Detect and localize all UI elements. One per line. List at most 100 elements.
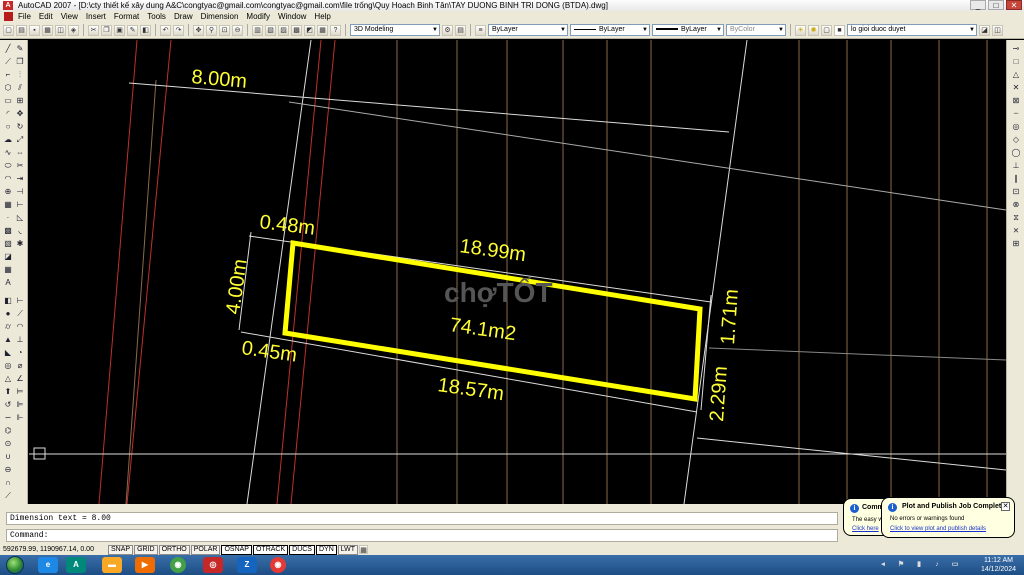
chrome-icon[interactable]: ◉ [170,557,186,573]
construction-line-icon[interactable]: ⟋ [3,57,13,67]
tray-icon[interactable]: ◂ [878,557,888,573]
cylinder-icon[interactable]: ⌭ [3,322,13,332]
snap-tangent-icon[interactable]: ◯ [1011,148,1021,158]
volume-icon[interactable]: ♪ [932,557,942,573]
chamfer-icon[interactable]: ◺ [15,213,25,223]
stretch-icon[interactable]: ⇔ [15,148,25,158]
maximize-button[interactable]: □ [988,0,1004,10]
cut-icon[interactable]: ✂ [88,24,99,36]
layer-color-swatch-icon[interactable]: ■ [834,24,845,36]
menu-draw[interactable]: Draw [174,12,193,21]
help-icon[interactable]: ? [330,24,341,36]
ducs-toggle[interactable]: DUCS [289,544,315,555]
copy-object-icon[interactable]: ❐ [15,57,25,67]
media-player-icon[interactable]: ▶ [135,557,155,573]
snap-nearest-icon[interactable]: ⧖ [1011,213,1021,223]
snap-none-icon[interactable]: ⨯ [1011,226,1021,236]
gradient-icon[interactable]: ▧ [3,239,13,249]
polar-toggle[interactable]: POLAR [190,544,221,555]
markup-icon[interactable]: ◩ [304,24,315,36]
menu-help[interactable]: Help [314,12,330,21]
torus-icon[interactable]: ◎ [3,361,13,371]
zalo-icon[interactable]: Z [237,557,257,573]
design-center-icon[interactable]: ▧ [265,24,276,36]
snap-from-icon[interactable]: ⊸ [1011,44,1021,54]
chrome-icon[interactable]: ◉ [270,557,286,573]
snap-parallel-icon[interactable]: ∥ [1011,174,1021,184]
plot-preview-icon[interactable]: ◫ [55,24,66,36]
break-icon[interactable]: ⊣ [15,187,25,197]
layer-lock-icon[interactable]: ▢ [821,24,832,36]
rotate-icon[interactable]: ↻ [15,122,25,132]
network-icon[interactable]: ▮ [914,557,924,573]
menu-modify[interactable]: Modify [246,12,270,21]
menu-file[interactable]: File [18,12,31,21]
spline-icon[interactable]: ∿ [3,148,13,158]
snap-intersection-icon[interactable]: ✕ [1011,83,1021,93]
array-icon[interactable]: ⊞ [15,96,25,106]
snap-toggle[interactable]: SNAP [108,544,134,555]
dim-aligned-icon[interactable]: ⟋ [15,309,25,319]
table-icon[interactable]: ▦ [3,265,13,275]
snap-endpoint-icon[interactable]: □ [1011,57,1021,67]
pyramid-icon[interactable]: △ [3,374,13,384]
intersect-icon[interactable]: ∩ [3,478,13,488]
internet-explorer-icon[interactable]: e [38,557,58,573]
lineweight-control-select[interactable]: ByLayer [652,24,724,36]
trim-icon[interactable]: ✂ [15,161,25,171]
dim-diameter-icon[interactable]: ⌀ [15,361,25,371]
autocad-task-icon[interactable]: A [66,557,86,573]
osnap-toggle[interactable]: OSNAP [221,544,252,555]
menu-window[interactable]: Window [278,12,306,21]
redo-icon[interactable]: ↷ [173,24,184,36]
tool-palettes-icon[interactable]: ▨ [278,24,289,36]
start-button[interactable] [6,556,24,574]
ellipse-icon[interactable]: ⬭ [3,161,13,171]
plot-icon[interactable]: ▦ [42,24,53,36]
subtract-icon[interactable]: ⊖ [3,465,13,475]
color-control-select[interactable]: ByLayer [488,24,568,36]
line-icon[interactable]: ╱ [3,44,13,54]
autocad-app-icon[interactable]: A [3,1,13,10]
polyline-icon[interactable]: ⌐ [3,70,13,80]
file-explorer-icon[interactable]: ▬ [102,557,122,573]
insert-block-icon[interactable]: ⊕ [3,187,13,197]
menu-dimension[interactable]: Dimension [201,12,239,21]
revision-cloud-icon[interactable]: ☁ [3,135,13,145]
menu-format[interactable]: Format [114,12,139,21]
mirror-icon[interactable]: ⫶ [15,70,25,80]
arc-icon[interactable]: ◜ [3,109,13,119]
snap-midpoint-icon[interactable]: △ [1011,70,1021,80]
model-space-icon[interactable]: ▦ [359,545,369,554]
dim-continue-icon[interactable]: ⊩ [15,413,25,423]
snap-apparent-intersection-icon[interactable]: ⊠ [1011,96,1021,106]
snap-quadrant-icon[interactable]: ◇ [1011,135,1021,145]
scale-icon[interactable]: ⤢ [15,135,25,145]
move-icon[interactable]: ✥ [15,109,25,119]
match-properties-icon[interactable]: ✎ [127,24,138,36]
box-icon[interactable]: ◧ [3,296,13,306]
snap-center-icon[interactable]: ◎ [1011,122,1021,132]
fillet-icon[interactable]: ◟ [15,226,25,236]
dim-arc-icon[interactable]: ◠ [15,322,25,332]
circle-icon[interactable]: ○ [3,122,13,132]
dim-baseline-icon[interactable]: ⊫ [15,400,25,410]
undo-icon[interactable]: ↶ [160,24,171,36]
layer-control-select[interactable]: lo gioi duoc duyet [847,24,977,36]
dim-angular-icon[interactable]: ∠ [15,374,25,384]
dim-text-right-top[interactable]: 1.71m [717,288,743,345]
save-icon[interactable]: ▪ [29,24,40,36]
union-icon[interactable]: ∪ [3,452,13,462]
layer-freeze-icon[interactable]: ✺ [808,24,819,36]
dim-text-bottom-offset[interactable]: 0.45m [240,337,298,367]
ortho-toggle[interactable]: ORTHO [158,544,190,555]
lwt-toggle[interactable]: LWT [337,544,359,555]
ellipse-arc-icon[interactable]: ◠ [3,174,13,184]
flag-icon[interactable]: ⚑ [896,557,906,573]
rectangle-icon[interactable]: ▭ [3,96,13,106]
document-icon[interactable] [4,12,13,21]
app-icon[interactable]: ◎ [203,557,223,573]
make-current-layer-icon[interactable]: ◪ [979,24,990,36]
revolve-icon[interactable]: ↺ [3,400,13,410]
snap-perpendicular-icon[interactable]: ⊥ [1011,161,1021,171]
